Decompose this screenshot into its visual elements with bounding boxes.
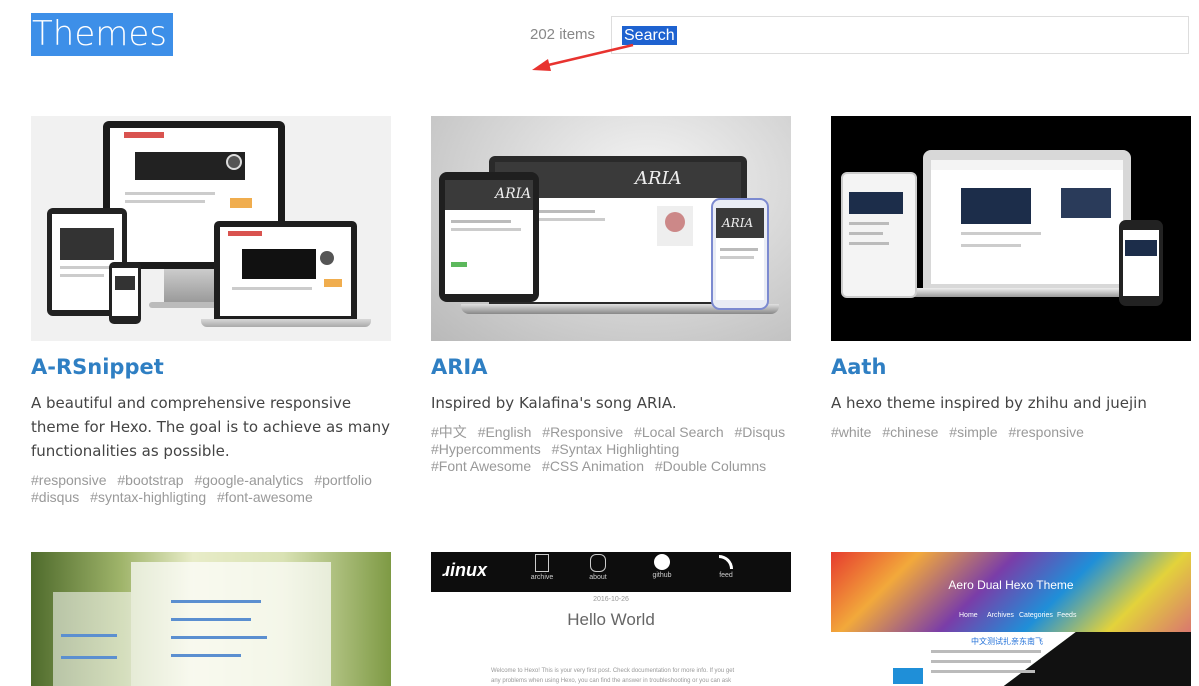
tag-link[interactable]: #Syntax Highlighting xyxy=(552,441,680,458)
theme-title[interactable]: Aath xyxy=(831,353,886,381)
archive-icon xyxy=(535,554,549,572)
post-date: 2016-10-26 xyxy=(593,596,629,603)
github-icon xyxy=(654,554,670,570)
about-icon xyxy=(590,554,606,572)
screenshot-logo: ɹinux xyxy=(443,560,488,580)
tag-link[interactable]: #syntax-highligting xyxy=(90,489,206,506)
theme-card-5: ɹinux archive about github feed 2016-10-… xyxy=(431,552,793,686)
rss-icon xyxy=(719,555,733,569)
page-title: Themes xyxy=(31,13,173,56)
tag-link[interactable]: #Double Columns xyxy=(655,458,766,475)
theme-screenshot[interactable]: ɹinux archive about github feed 2016-10-… xyxy=(431,552,791,686)
theme-screenshot[interactable] xyxy=(31,552,391,686)
tag-link[interactable]: #CSS Animation xyxy=(542,458,644,475)
tag-link[interactable]: #Local Search xyxy=(634,424,724,441)
nav-label: Home xyxy=(959,612,978,619)
theme-screenshot[interactable] xyxy=(831,116,1191,341)
theme-description: A hexo theme inspired by zhihu and jueji… xyxy=(831,394,1147,412)
tag-link[interactable]: #Responsive xyxy=(542,424,623,441)
theme-card-aria: ARIA ARIA ARIA ARIA Inspired by Kalafina… xyxy=(431,116,793,475)
theme-screenshot[interactable]: ARIA ARIA ARIA xyxy=(431,116,791,341)
theme-description: Inspired by Kalafina's song ARIA. xyxy=(431,394,677,412)
tag-link[interactable]: #bootstrap xyxy=(117,472,183,489)
tag-link[interactable]: #Hypercomments xyxy=(431,441,541,458)
nav-label: about xyxy=(589,574,607,581)
nav-label: Archives xyxy=(987,612,1014,619)
tag-link[interactable]: #Disqus xyxy=(735,424,786,441)
post-heading: Hello World xyxy=(567,610,655,629)
nav-label: feed xyxy=(719,572,733,579)
screenshot-text: ARIA xyxy=(722,216,754,230)
theme-card-aath: Aath A hexo theme inspired by zhihu and … xyxy=(831,116,1193,441)
tag-link[interactable]: #中文 xyxy=(431,424,467,441)
tag-link[interactable]: #simple xyxy=(949,424,997,441)
screenshot-text: ARIA xyxy=(635,168,682,189)
tag-link[interactable]: #English xyxy=(478,424,532,441)
post-body: Welcome to Hexo! This is your very first… xyxy=(491,668,735,684)
tag-link[interactable]: #Font Awesome xyxy=(431,458,531,475)
screenshot-heading: Aero Dual Hexo Theme xyxy=(948,578,1074,592)
screenshot-text: ARIA xyxy=(495,186,532,202)
tag-link[interactable]: #disqus xyxy=(31,489,79,506)
red-arrow-annotation xyxy=(532,43,634,71)
nav-label: github xyxy=(652,572,672,579)
tag-link[interactable]: #white xyxy=(831,424,871,441)
theme-tags: #中文 #English #Responsive #Local Search #… xyxy=(431,424,793,475)
tag-link[interactable]: #responsive xyxy=(31,472,107,489)
tag-link[interactable]: #font-awesome xyxy=(217,489,313,506)
theme-screenshot[interactable]: Aero Dual Hexo Theme Home Archives Categ… xyxy=(831,552,1191,686)
theme-card-4 xyxy=(31,552,393,686)
tag-link[interactable]: #responsive xyxy=(1008,424,1084,441)
nav-label: Feeds xyxy=(1057,612,1077,619)
theme-screenshot[interactable] xyxy=(31,116,391,341)
theme-tags: #responsive #bootstrap #google-analytics… xyxy=(31,472,393,506)
tag-link[interactable]: #chinese xyxy=(882,424,938,441)
item-count: 202 items xyxy=(530,26,596,43)
tag-link[interactable]: #google-analytics xyxy=(194,472,303,489)
theme-tags: #white #chinese #simple #responsive xyxy=(831,424,1193,441)
theme-card-6: Aero Dual Hexo Theme Home Archives Categ… xyxy=(831,552,1193,686)
screenshot-subtitle: 中文测试扎亲东南飞 xyxy=(971,637,1043,646)
theme-description: A beautiful and comprehensive responsive… xyxy=(31,394,390,460)
theme-title[interactable]: A-RSnippet xyxy=(31,353,164,381)
theme-card-a-rsnippet: A-RSnippet A beautiful and comprehensive… xyxy=(31,116,393,506)
nav-label: Categories xyxy=(1019,612,1053,619)
theme-title[interactable]: ARIA xyxy=(431,353,488,381)
nav-label: archive xyxy=(530,574,554,581)
search-input[interactable]: Search xyxy=(611,16,1189,54)
tag-link[interactable]: #portfolio xyxy=(314,472,372,489)
